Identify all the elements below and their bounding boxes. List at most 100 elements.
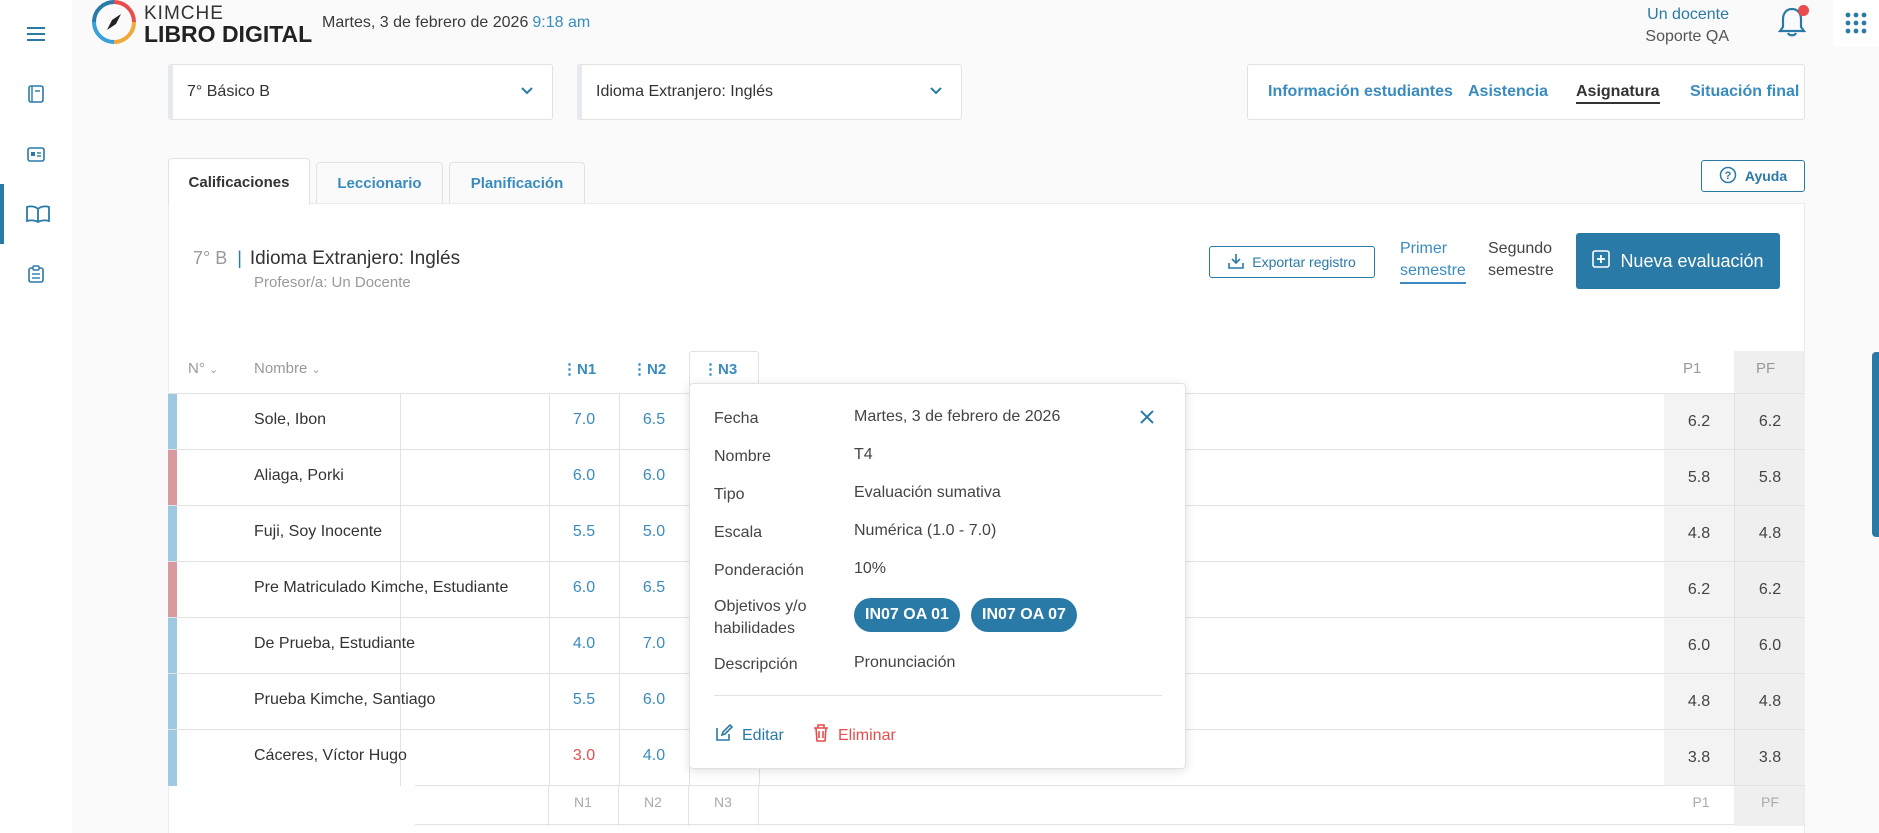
footer-pf: PF (1761, 794, 1779, 810)
row-status-stripe (168, 450, 177, 506)
grade-pf-cell: 4.8 (1735, 506, 1805, 562)
column-n3-label: N3 (718, 361, 738, 378)
second-semester-toggle[interactable]: Segundo semestre (1488, 238, 1554, 282)
popup-weight-label: Ponderación (714, 562, 804, 579)
svg-text:?: ? (1724, 170, 1731, 182)
student-name[interactable]: De Prueba, Estudiante (254, 635, 415, 653)
column-name-header[interactable]: Nombre ⌄ (254, 360, 321, 377)
popup-date-value: Martes, 3 de febrero de 2026 (854, 408, 1061, 425)
table-footer: N1 N2 N3 P1 PF (415, 785, 1805, 826)
student-name[interactable]: Aliaga, Porki (254, 467, 344, 485)
column-pf-header: PF (1756, 360, 1776, 377)
tab-calificaciones[interactable]: Calificaciones (168, 158, 310, 205)
column-n2-header[interactable]: ⋮N2 (632, 360, 666, 378)
first-semester-toggle[interactable]: Primer semestre (1400, 238, 1466, 284)
logo[interactable]: KIMCHE LIBRO DIGITAL (92, 0, 312, 49)
row-status-stripe (168, 562, 177, 618)
grade-n1-cell[interactable]: 5.5 (564, 523, 604, 541)
brand-bottom: LIBRO DIGITAL (144, 20, 313, 47)
row-status-stripe (168, 506, 177, 562)
side-scroll-handle[interactable] (1872, 352, 1879, 537)
evaluation-detail-popup: Fecha Martes, 3 de febrero de 2026 Nombr… (689, 383, 1186, 769)
popup-scale-label: Escala (714, 524, 763, 541)
grade-pf-cell: 6.2 (1735, 394, 1805, 450)
subject-title: Idioma Extranjero: Inglés (249, 248, 461, 269)
more-vertical-icon: ⋮ (562, 361, 577, 378)
tab-situacion-final[interactable]: Situación final (1690, 83, 1799, 101)
student-name[interactable]: Sole, Ibon (254, 411, 326, 429)
second-semester-line1: Segundo (1488, 240, 1553, 257)
compass-icon (92, 0, 136, 49)
grade-n2-cell[interactable]: 5.0 (634, 523, 674, 541)
popup-weight-value: 10% (854, 560, 887, 577)
chevron-down-icon (520, 83, 534, 101)
student-name[interactable]: Cáceres, Víctor Hugo (254, 747, 407, 765)
plus-square-icon (1592, 249, 1611, 273)
grade-n2-cell[interactable]: 6.5 (634, 411, 674, 429)
menu-icon[interactable] (0, 4, 72, 64)
grade-n2-cell[interactable]: 6.5 (634, 579, 674, 597)
popup-scale-value: Numérica (1.0 - 7.0) (854, 522, 997, 539)
course-short: 7° B (193, 248, 228, 268)
footer-n3: N3 (714, 794, 732, 810)
student-name[interactable]: Prueba Kimche, Santiago (254, 691, 435, 709)
column-name-label: Nombre (254, 360, 308, 377)
objective-chip[interactable]: IN07 OA 01 (854, 598, 960, 632)
notebook-icon[interactable] (0, 64, 72, 124)
tab-asignatura[interactable]: Asignatura (1576, 83, 1660, 104)
export-button[interactable]: Exportar registro (1209, 246, 1375, 278)
more-vertical-icon: ⋮ (703, 361, 718, 378)
grade-n2-cell[interactable]: 4.0 (634, 747, 674, 765)
grade-n2-cell[interactable]: 7.0 (634, 635, 674, 653)
edit-button[interactable]: Editar (714, 723, 784, 748)
clipboard-icon[interactable] (0, 244, 72, 304)
row-status-stripe (168, 730, 177, 786)
grade-n1-cell[interactable]: 6.0 (564, 579, 604, 597)
user-info[interactable]: Un docente Soporte QA (1645, 4, 1729, 48)
close-icon[interactable] (1138, 408, 1156, 431)
column-number-header[interactable]: N° ⌄ (188, 360, 218, 377)
help-label: Ayuda (1744, 168, 1788, 184)
new-evaluation-button[interactable]: Nueva evaluación (1576, 233, 1780, 289)
column-n3-header[interactable]: ⋮N3 (703, 360, 737, 378)
grade-n1-cell[interactable]: 5.5 (564, 691, 604, 709)
objective-chip[interactable]: IN07 OA 07 (971, 598, 1077, 632)
date-text: Martes, 3 de febrero de 2026 (322, 14, 529, 31)
popup-objectives-label-line1: Objetivos y/o (714, 598, 807, 615)
grade-n1-cell[interactable]: 7.0 (564, 411, 604, 429)
course-select-value: 7° Básico B (187, 83, 270, 100)
subject-select[interactable]: Idioma Extranjero: Inglés (577, 64, 962, 120)
help-button[interactable]: ? Ayuda (1701, 160, 1805, 192)
column-number-label: N° (188, 360, 205, 377)
course-select[interactable]: 7° Básico B (168, 64, 553, 120)
grade-p1-cell: 3.8 (1664, 730, 1734, 786)
grade-p1-cell: 6.0 (1664, 618, 1734, 674)
grade-pf-cell: 6.2 (1735, 562, 1805, 618)
apps-grid-icon[interactable] (1833, 0, 1879, 46)
student-name[interactable]: Pre Matriculado Kimche, Estudiante (254, 579, 508, 597)
id-card-icon[interactable] (0, 124, 72, 184)
row-status-stripe (168, 394, 177, 450)
footer-n2: N2 (644, 794, 662, 810)
grade-p1-cell: 5.8 (1664, 450, 1734, 506)
tab-planificacion[interactable]: Planificación (449, 162, 585, 204)
tab-informacion-estudiantes[interactable]: Información estudiantes (1268, 83, 1453, 101)
column-n1-header[interactable]: ⋮N1 (562, 360, 596, 378)
delete-label: Eliminar (838, 726, 896, 744)
row-status-stripe (168, 674, 177, 730)
open-book-icon[interactable] (0, 184, 72, 244)
grade-n1-cell[interactable]: 3.0 (564, 747, 604, 765)
grade-n1-cell[interactable]: 4.0 (564, 635, 604, 653)
tab-asistencia[interactable]: Asistencia (1468, 83, 1548, 101)
column-n2-label: N2 (647, 361, 667, 378)
student-name[interactable]: Fuji, Soy Inocente (254, 523, 382, 541)
subject-select-value: Idioma Extranjero: Inglés (596, 83, 773, 100)
grade-n2-cell[interactable]: 6.0 (634, 467, 674, 485)
tab-leccionario[interactable]: Leccionario (316, 162, 443, 204)
delete-button[interactable]: Eliminar (812, 723, 896, 748)
chevron-down-icon (929, 83, 943, 101)
current-date: Martes, 3 de febrero de 2026 9:18 am (322, 14, 590, 32)
grade-p1-cell: 4.8 (1664, 506, 1734, 562)
grade-n2-cell[interactable]: 6.0 (634, 691, 674, 709)
grade-n1-cell[interactable]: 6.0 (564, 467, 604, 485)
